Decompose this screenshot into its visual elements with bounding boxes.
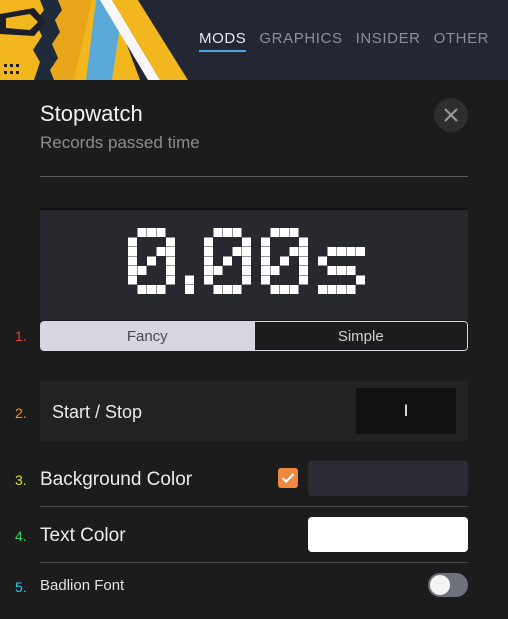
stopwatch-preview (40, 208, 468, 320)
close-button[interactable] (434, 98, 468, 132)
top-header: MODS GRAPHICS INSIDER OTHER (0, 0, 508, 80)
setting-number-2: 2. (15, 405, 27, 421)
keybind-button[interactable]: I (356, 388, 456, 434)
background-color-swatch[interactable] (308, 461, 468, 496)
setting-number-5: 5. (15, 579, 27, 595)
badlion-font-toggle[interactable] (428, 573, 468, 597)
keybind-row: Start / Stop I (40, 381, 468, 441)
style-toggle: Fancy Simple (40, 321, 468, 351)
stopwatch-display (128, 228, 365, 294)
header-divider (40, 176, 468, 177)
style-option-fancy[interactable]: Fancy (41, 322, 254, 350)
tab-other[interactable]: OTHER (434, 30, 490, 52)
setting-number-3: 3. (15, 472, 27, 488)
setting-number-4: 4. (15, 528, 27, 544)
tab-insider[interactable]: INSIDER (356, 30, 421, 52)
background-color-label: Background Color (40, 469, 193, 490)
tab-mods[interactable]: MODS (199, 30, 247, 52)
tab-graphics[interactable]: GRAPHICS (259, 30, 342, 52)
background-color-checkbox[interactable] (278, 468, 298, 488)
panel-title: Stopwatch (40, 101, 143, 126)
panel-subtitle: Records passed time (40, 133, 200, 152)
toggle-knob (430, 575, 450, 595)
badlion-font-label: Badlion Font (40, 577, 125, 594)
style-option-simple[interactable]: Simple (253, 322, 467, 350)
row-divider (40, 506, 468, 507)
header-banner-art (0, 0, 200, 80)
keybind-label: Start / Stop (52, 402, 143, 422)
close-icon (444, 108, 458, 122)
text-color-swatch[interactable] (308, 517, 468, 552)
main-nav: MODS GRAPHICS INSIDER OTHER (199, 30, 502, 52)
text-color-label: Text Color (40, 525, 126, 546)
checkmark-icon (281, 473, 295, 484)
row-divider (40, 562, 468, 563)
setting-number-1: 1. (15, 328, 27, 344)
